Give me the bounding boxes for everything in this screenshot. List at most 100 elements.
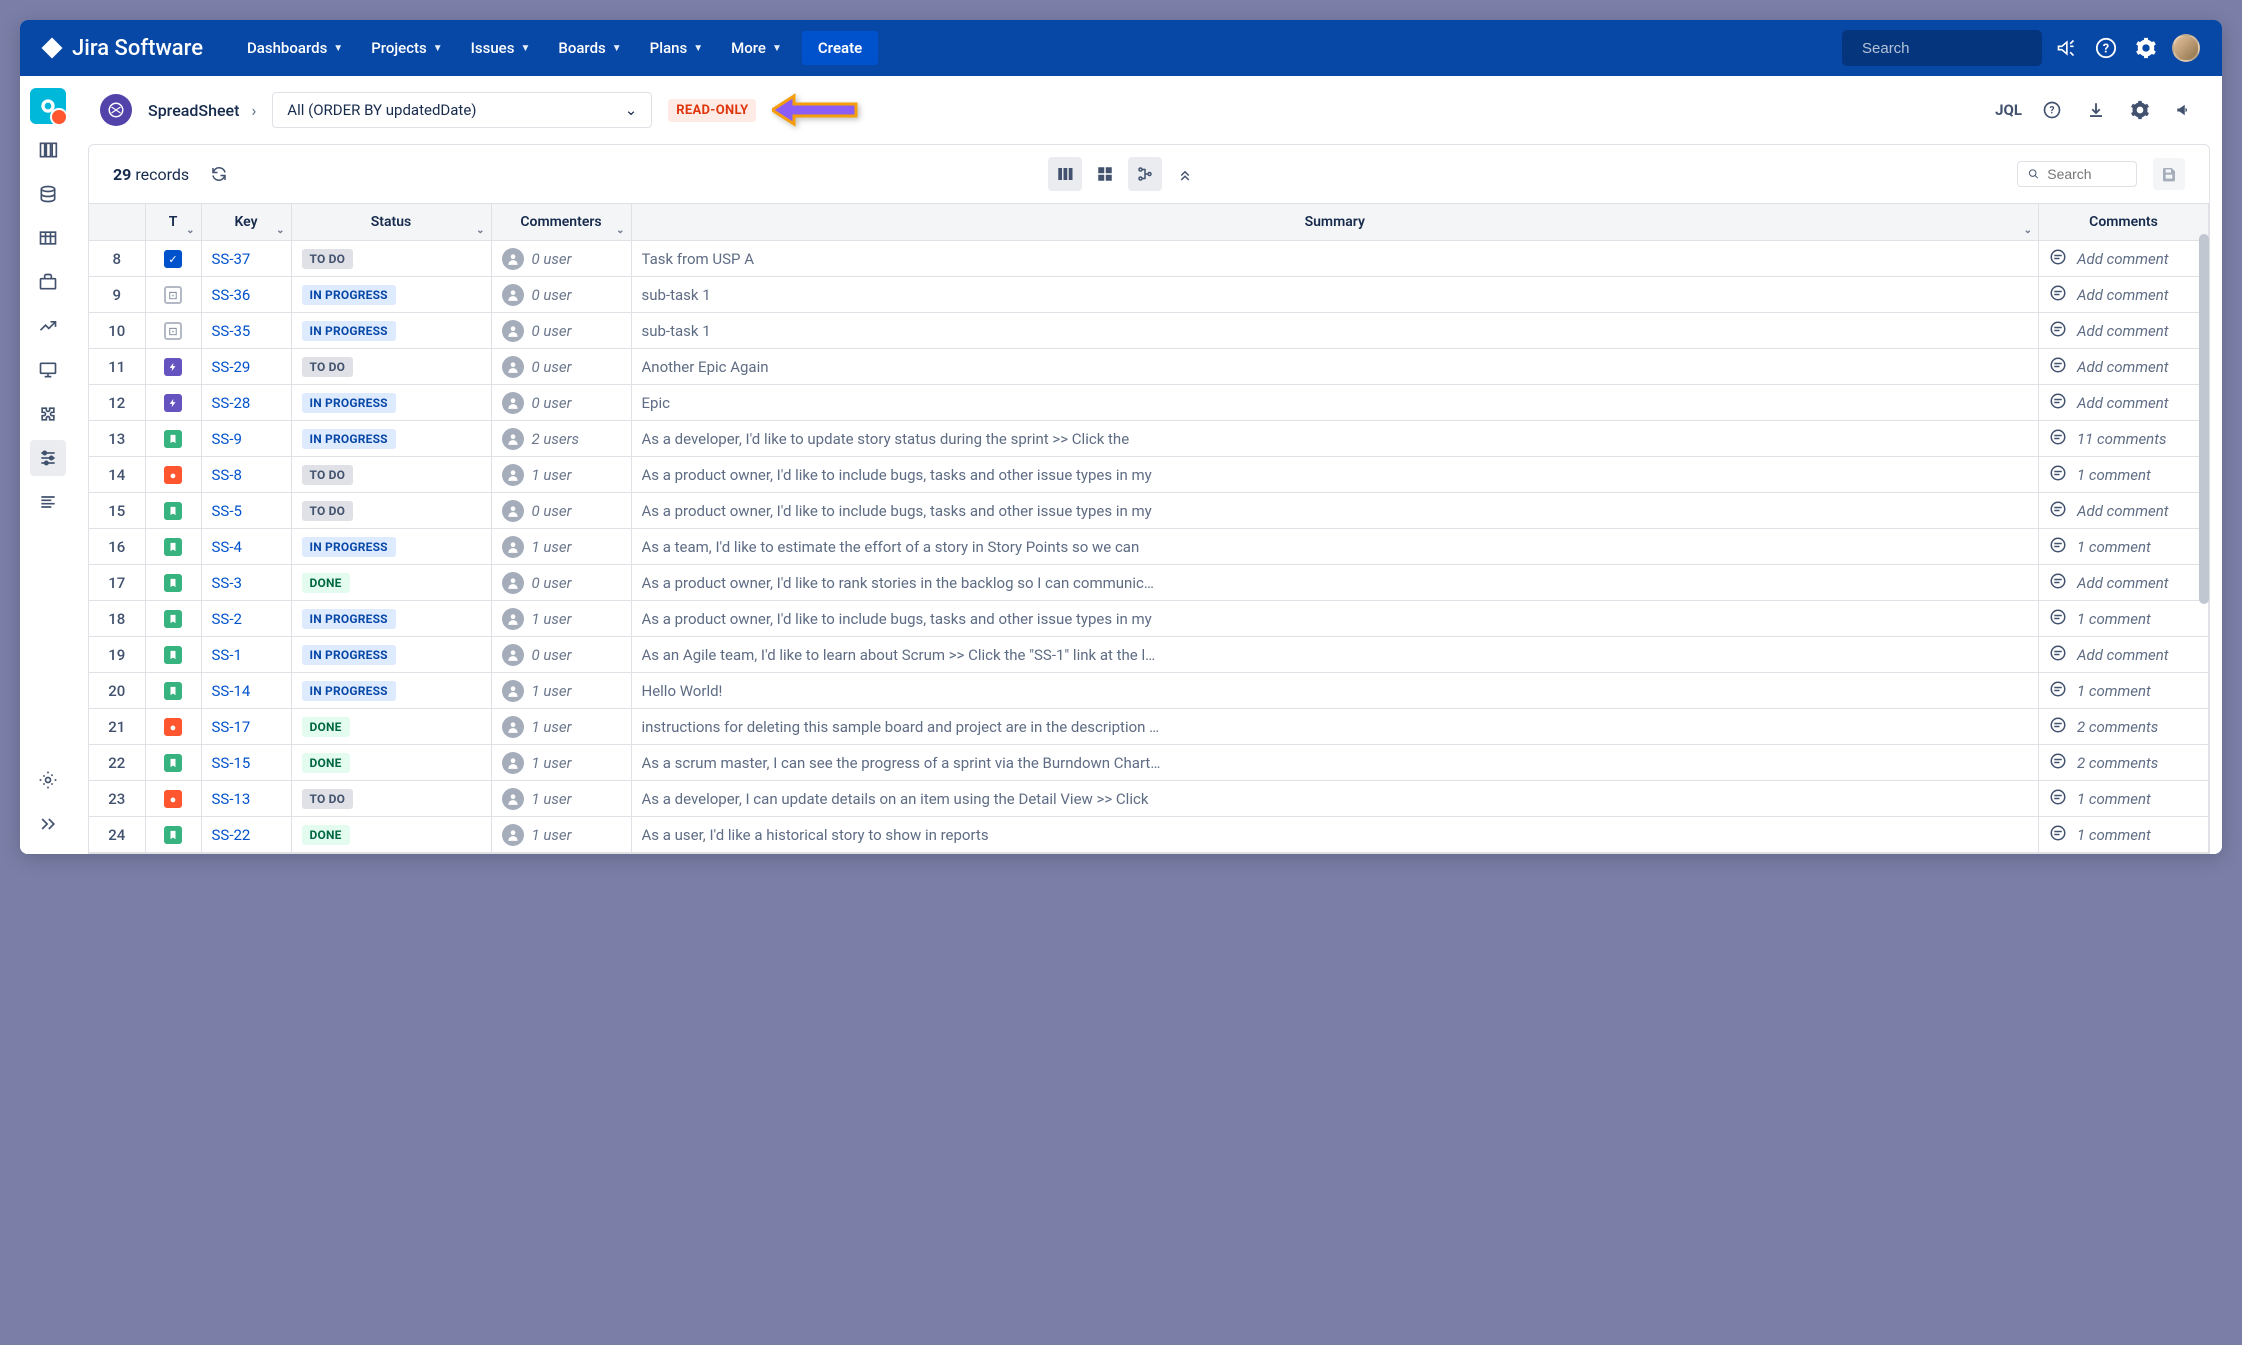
summary-text[interactable]: As a team, I'd like to estimate the effo…: [642, 538, 1162, 556]
megaphone-icon[interactable]: [2170, 96, 2198, 124]
status-badge[interactable]: TO DO: [302, 501, 354, 521]
column-key[interactable]: Key⌄: [201, 204, 291, 241]
status-badge[interactable]: IN PROGRESS: [302, 681, 396, 701]
issue-type-icon[interactable]: [145, 637, 201, 673]
comment-cell[interactable]: Add comment: [2049, 500, 2198, 522]
column-type[interactable]: T⌄: [145, 204, 201, 241]
table-row[interactable]: 21 ● SS-17 DONE 1 user instructions for …: [89, 709, 2209, 745]
summary-text[interactable]: Task from USP A: [642, 250, 1162, 268]
comment-cell[interactable]: 2 comments: [2049, 752, 2198, 774]
issue-key-link[interactable]: SS-8: [212, 466, 242, 484]
table-row[interactable]: 10 ⊡ SS-35 IN PROGRESS 0 user sub-task 1…: [89, 313, 2209, 349]
issue-type-icon[interactable]: [145, 673, 201, 709]
nav-plans[interactable]: Plans▼: [638, 31, 715, 65]
comment-cell[interactable]: Add comment: [2049, 320, 2198, 342]
issue-type-icon[interactable]: ⊡: [145, 277, 201, 313]
commenters-cell[interactable]: 0 user: [502, 356, 621, 378]
sidebar-settings-icon[interactable]: [30, 762, 66, 798]
column-summary[interactable]: Summary⌄: [631, 204, 2039, 241]
comment-cell[interactable]: 1 comment: [2049, 788, 2198, 810]
status-badge[interactable]: IN PROGRESS: [302, 537, 396, 557]
table-row[interactable]: 24 SS-22 DONE 1 user As a user, I'd like…: [89, 817, 2209, 853]
status-badge[interactable]: IN PROGRESS: [302, 429, 396, 449]
comment-cell[interactable]: 11 comments: [2049, 428, 2198, 450]
issue-key-link[interactable]: SS-3: [212, 574, 242, 592]
issue-type-icon[interactable]: [145, 601, 201, 637]
view-tree-button[interactable]: [1128, 157, 1162, 191]
chevron-down-icon[interactable]: ⌄: [2024, 225, 2032, 236]
table-row[interactable]: 13 SS-9 IN PROGRESS 2 users As a develop…: [89, 421, 2209, 457]
issue-key-link[interactable]: SS-28: [212, 394, 251, 412]
commenters-cell[interactable]: 1 user: [502, 608, 621, 630]
issue-type-icon[interactable]: [145, 349, 201, 385]
issue-type-icon[interactable]: [145, 817, 201, 853]
view-grid-button[interactable]: [1088, 157, 1122, 191]
comment-cell[interactable]: 1 comment: [2049, 824, 2198, 846]
sidebar-chart-icon[interactable]: [30, 308, 66, 344]
chevron-down-icon[interactable]: ⌄: [476, 225, 484, 236]
table-row[interactable]: 17 SS-3 DONE 0 user As a product owner, …: [89, 565, 2209, 601]
sidebar-expand-icon[interactable]: [30, 806, 66, 842]
issue-type-icon[interactable]: ●: [145, 709, 201, 745]
table-row[interactable]: 11 SS-29 TO DO 0 user Another Epic Again…: [89, 349, 2209, 385]
status-badge[interactable]: IN PROGRESS: [302, 321, 396, 341]
status-badge[interactable]: IN PROGRESS: [302, 285, 396, 305]
sidebar-briefcase-icon[interactable]: [30, 264, 66, 300]
sidebar-layers-icon[interactable]: [30, 484, 66, 520]
commenters-cell[interactable]: 0 user: [502, 320, 621, 342]
sidebar-puzzle-icon[interactable]: [30, 396, 66, 432]
breadcrumb-app[interactable]: SpreadSheet: [148, 101, 239, 120]
download-icon[interactable]: [2082, 96, 2110, 124]
commenters-cell[interactable]: 1 user: [502, 680, 621, 702]
summary-text[interactable]: As a user, I'd like a historical story t…: [642, 826, 1162, 844]
table-row[interactable]: 15 SS-5 TO DO 0 user As a product owner,…: [89, 493, 2209, 529]
commenters-cell[interactable]: 1 user: [502, 464, 621, 486]
summary-text[interactable]: instructions for deleting this sample bo…: [642, 718, 1162, 736]
table-row[interactable]: 12 SS-28 IN PROGRESS 0 user Epic Add com…: [89, 385, 2209, 421]
jira-logo[interactable]: Jira Software: [40, 36, 203, 61]
status-badge[interactable]: DONE: [302, 717, 350, 737]
table-row[interactable]: 14 ● SS-8 TO DO 1 user As a product owne…: [89, 457, 2209, 493]
column-commenters[interactable]: Commenters⌄: [491, 204, 631, 241]
status-badge[interactable]: TO DO: [302, 465, 354, 485]
summary-text[interactable]: As a product owner, I'd like to include …: [642, 466, 1162, 484]
summary-text[interactable]: sub-task 1: [642, 322, 1162, 340]
table-row[interactable]: 18 SS-2 IN PROGRESS 1 user As a product …: [89, 601, 2209, 637]
issue-type-icon[interactable]: ●: [145, 457, 201, 493]
commenters-cell[interactable]: 0 user: [502, 392, 621, 414]
status-badge[interactable]: IN PROGRESS: [302, 393, 396, 413]
status-badge[interactable]: TO DO: [302, 249, 354, 269]
sidebar-table-icon[interactable]: [30, 220, 66, 256]
commenters-cell[interactable]: 0 user: [502, 500, 621, 522]
view-columns-button[interactable]: [1048, 157, 1082, 191]
issue-type-icon[interactable]: [145, 421, 201, 457]
commenters-cell[interactable]: 1 user: [502, 716, 621, 738]
column-status[interactable]: Status⌄: [291, 204, 491, 241]
issue-key-link[interactable]: SS-15: [212, 754, 251, 772]
commenters-cell[interactable]: 0 user: [502, 572, 621, 594]
comment-cell[interactable]: Add comment: [2049, 356, 2198, 378]
issue-key-link[interactable]: SS-22: [212, 826, 251, 844]
table-search-input[interactable]: [2047, 166, 2126, 182]
app-logo-icon[interactable]: [30, 88, 66, 124]
commenters-cell[interactable]: 1 user: [502, 824, 621, 846]
nav-more[interactable]: More▼: [719, 31, 794, 65]
issue-type-icon[interactable]: [145, 529, 201, 565]
status-badge[interactable]: DONE: [302, 753, 350, 773]
sidebar-monitor-icon[interactable]: [30, 352, 66, 388]
column-rownum[interactable]: [89, 204, 145, 241]
summary-text[interactable]: As an Agile team, I'd like to learn abou…: [642, 646, 1162, 664]
table-row[interactable]: 23 ● SS-13 TO DO 1 user As a developer, …: [89, 781, 2209, 817]
megaphone-icon[interactable]: [2050, 32, 2082, 64]
gear-icon[interactable]: [2126, 96, 2154, 124]
issue-type-icon[interactable]: ⊡: [145, 313, 201, 349]
commenters-cell[interactable]: 0 user: [502, 284, 621, 306]
sidebar-database-icon[interactable]: [30, 176, 66, 212]
commenters-cell[interactable]: 1 user: [502, 752, 621, 774]
help-icon[interactable]: ?: [2038, 96, 2066, 124]
summary-text[interactable]: As a developer, I can update details on …: [642, 790, 1162, 808]
summary-text[interactable]: As a developer, I'd like to update story…: [642, 430, 1162, 448]
issue-type-icon[interactable]: [145, 385, 201, 421]
chevron-down-icon[interactable]: ⌄: [276, 225, 284, 236]
comment-cell[interactable]: 1 comment: [2049, 680, 2198, 702]
